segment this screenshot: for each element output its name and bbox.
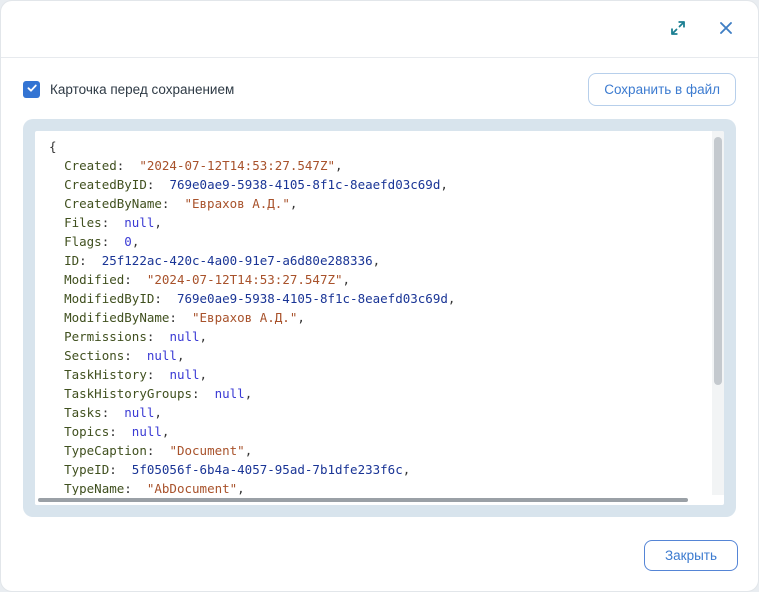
code-line: ModifiedByName: "Еврахов А.Д.",: [49, 308, 698, 327]
code-line: Flags: 0,: [49, 232, 698, 251]
dialog-card-preview: Карточка перед сохранением Сохранить в ф…: [0, 0, 759, 592]
toolbar: Карточка перед сохранением Сохранить в ф…: [1, 58, 758, 106]
code-line: Topics: null,: [49, 422, 698, 441]
code-line: CreatedByName: "Еврахов А.Д.",: [49, 194, 698, 213]
horizontal-scrollbar-thumb[interactable]: [38, 498, 688, 502]
vertical-scrollbar-thumb[interactable]: [714, 137, 722, 385]
code-line: ID: 25f122ac-420c-4a00-91e7-a6d80e288336…: [49, 251, 698, 270]
vertical-scrollbar[interactable]: [712, 131, 724, 495]
code-line: Created: "2024-07-12T14:53:27.547Z",: [49, 156, 698, 175]
code-line: Modified: "2024-07-12T14:53:27.547Z",: [49, 270, 698, 289]
code-line: TypeCaption: "Document",: [49, 441, 698, 460]
code-line: TaskHistory: null,: [49, 365, 698, 384]
close-button[interactable]: [715, 18, 737, 40]
close-dialog-button[interactable]: Закрыть: [644, 540, 738, 571]
code-line: Sections: null,: [49, 346, 698, 365]
save-to-file-button[interactable]: Сохранить в файл: [588, 73, 736, 106]
code-surface: { Created: "2024-07-12T14:53:27.547Z", C…: [35, 131, 724, 505]
code-line: TaskHistoryGroups: null,: [49, 384, 698, 403]
code-line: CreatedByID: 769e0ae9-5938-4105-8f1c-8ea…: [49, 175, 698, 194]
dialog-footer: Закрыть: [644, 540, 758, 591]
dialog-header: [1, 1, 758, 58]
code-line: TypeID: 5f05056f-6b4a-4057-95ad-7b1dfe23…: [49, 460, 698, 479]
expand-button[interactable]: [667, 18, 689, 40]
code-line: ModifiedByID: 769e0ae9-5938-4105-8f1c-8e…: [49, 289, 698, 308]
checkbox-checked[interactable]: [23, 81, 40, 98]
code-line: Permissions: null,: [49, 327, 698, 346]
horizontal-scrollbar[interactable]: [35, 495, 712, 505]
expand-icon: [668, 18, 688, 41]
code-line: {: [49, 137, 698, 156]
close-icon: [718, 20, 734, 39]
card-before-save-checkbox-group[interactable]: Карточка перед сохранением: [23, 81, 234, 98]
json-code: { Created: "2024-07-12T14:53:27.547Z", C…: [35, 131, 724, 502]
code-line: Tasks: null,: [49, 403, 698, 422]
code-panel: { Created: "2024-07-12T14:53:27.547Z", C…: [23, 119, 736, 517]
checkbox-label: Карточка перед сохранением: [50, 82, 234, 97]
code-line: Files: null,: [49, 213, 698, 232]
checkmark-icon: [26, 81, 38, 99]
